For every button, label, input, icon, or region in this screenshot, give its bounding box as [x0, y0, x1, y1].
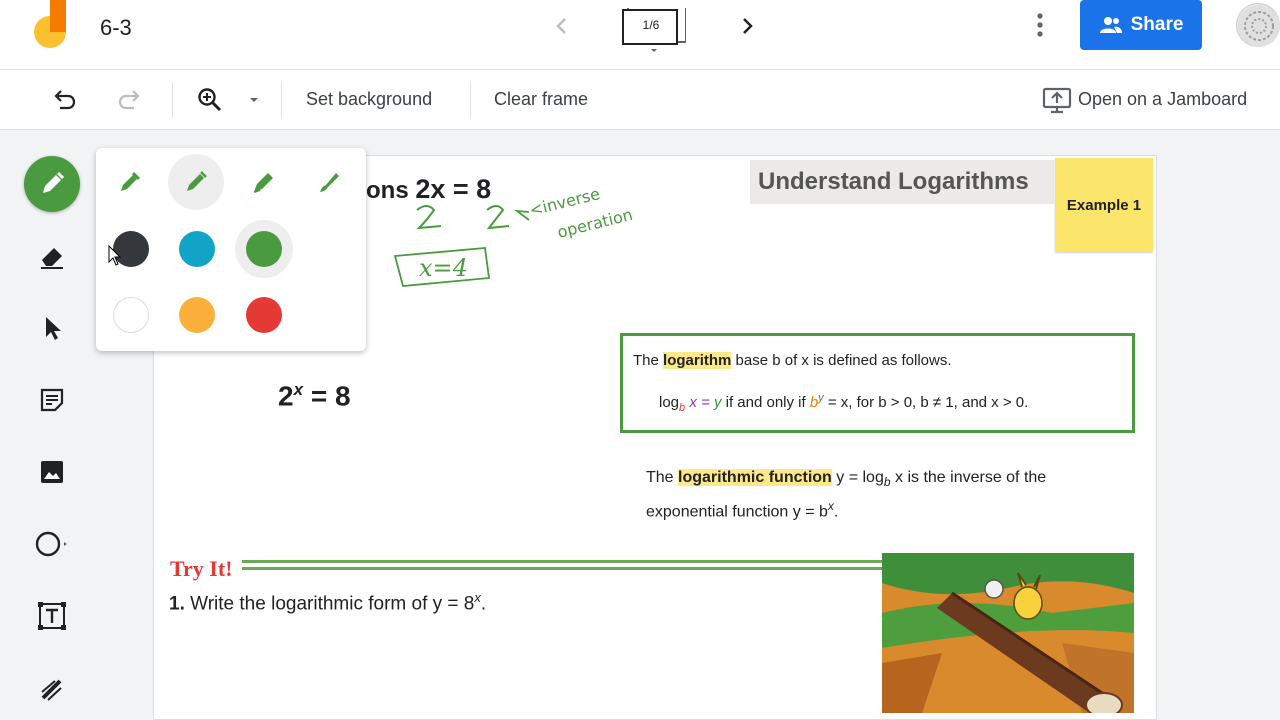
- clear-frame-button[interactable]: Clear frame: [494, 89, 588, 110]
- chevron-left-icon: [556, 18, 566, 34]
- image-icon: [41, 461, 63, 483]
- slide-title: Understand Logarithms: [758, 168, 1029, 195]
- sticky-note-icon: [40, 388, 64, 412]
- frame-toolbar: Set background Clear frame Open on a Jam…: [0, 70, 1280, 130]
- zoom-dropdown[interactable]: [246, 86, 262, 114]
- try-it-heading: Try It!: [170, 556, 233, 581]
- undo-button[interactable]: [50, 86, 78, 114]
- cartoon-image[interactable]: [882, 553, 1134, 713]
- definition-line-1: The logarithm base b of x is defined as …: [633, 352, 952, 369]
- tool-sidebar: [0, 130, 100, 720]
- circle-shape-icon: [35, 531, 67, 557]
- sticky-note-tool-button[interactable]: [24, 372, 80, 428]
- handwriting-annotations[interactable]: <inverse operation x=4: [389, 190, 689, 290]
- more-vert-icon: [1037, 13, 1043, 37]
- undo-icon: [54, 90, 76, 110]
- toolbar-divider: [172, 82, 173, 118]
- text-box-icon: [38, 602, 66, 630]
- more-options-button[interactable]: [1026, 10, 1054, 42]
- sticky-note[interactable]: Example 1: [1055, 158, 1153, 252]
- marker-pen-option[interactable]: [102, 154, 158, 210]
- question-1: 1. Write the logarithmic form of y = 8x.: [169, 590, 487, 615]
- select-tool-button[interactable]: [24, 300, 80, 356]
- eraser-tool-button[interactable]: [24, 228, 80, 284]
- laser-tool-button[interactable]: [24, 660, 80, 716]
- open-jamboard-icon[interactable]: [1042, 86, 1072, 114]
- share-button[interactable]: Share: [1080, 0, 1202, 50]
- pen-options-popup: [96, 148, 366, 351]
- jamboard-logo[interactable]: [30, 0, 70, 52]
- redo-button[interactable]: [116, 86, 144, 114]
- previous-frame-button[interactable]: [548, 12, 576, 40]
- definition-line-2: logb x = y if and only if by = x, for b …: [659, 392, 1029, 414]
- pen-icon: [187, 171, 207, 191]
- people-icon: [1099, 17, 1122, 33]
- laser-icon: [41, 679, 62, 701]
- pen-tool-button[interactable]: [24, 156, 80, 212]
- share-label: Share: [1130, 14, 1184, 35]
- image-tool-button[interactable]: [24, 444, 80, 500]
- pen-icon: [43, 171, 65, 193]
- cursor-arrow-icon: [46, 317, 61, 340]
- svg-text:x=4: x=4: [419, 254, 468, 282]
- color-swatch-white[interactable]: [102, 286, 160, 344]
- logarithmic-function-text: The logarithmic function y = logb x is t…: [646, 469, 1047, 521]
- exponential-equation: 2x = 8: [278, 380, 351, 412]
- arrow-drop-down-icon: [250, 98, 258, 102]
- zoom-in-icon: [198, 88, 222, 112]
- chevron-right-icon: [743, 18, 753, 34]
- set-background-button[interactable]: Set background: [306, 89, 432, 110]
- color-swatch-red[interactable]: [235, 286, 293, 344]
- top-bar: 6-3 1/6 Share: [0, 0, 1280, 70]
- zoom-button[interactable]: [196, 86, 224, 114]
- color-swatch-blue[interactable]: [168, 220, 226, 278]
- open-jamboard-button[interactable]: Open on a Jamboard: [1078, 89, 1247, 110]
- next-frame-button[interactable]: [733, 12, 761, 40]
- highlighter-option[interactable]: [236, 154, 292, 210]
- frame-indicator[interactable]: 1/6: [622, 8, 686, 52]
- redo-icon: [118, 90, 140, 110]
- text-box-tool-button[interactable]: [24, 588, 80, 644]
- eraser-icon: [41, 248, 63, 269]
- account-avatar[interactable]: [1236, 3, 1280, 47]
- mouse-cursor-icon: [108, 245, 122, 266]
- shape-tool-button[interactable]: [24, 516, 80, 572]
- try-it-rule: [242, 560, 882, 563]
- brush-option[interactable]: [302, 154, 358, 210]
- toolbar-divider: [470, 82, 471, 118]
- color-swatch-yellow[interactable]: [168, 286, 226, 344]
- toolbar-divider: [281, 82, 282, 118]
- logarithm-definition-box: The logarithm base b of x is defined as …: [620, 333, 1135, 433]
- pen-option[interactable]: [168, 154, 224, 210]
- document-title[interactable]: 6-3: [100, 15, 132, 41]
- color-swatch-green[interactable]: [235, 220, 293, 278]
- highlighter-icon: [253, 173, 273, 193]
- try-it-rule: [242, 567, 882, 570]
- frame-count: 1/6: [642, 18, 660, 32]
- brush-icon: [320, 173, 339, 192]
- marker-icon: [121, 171, 141, 191]
